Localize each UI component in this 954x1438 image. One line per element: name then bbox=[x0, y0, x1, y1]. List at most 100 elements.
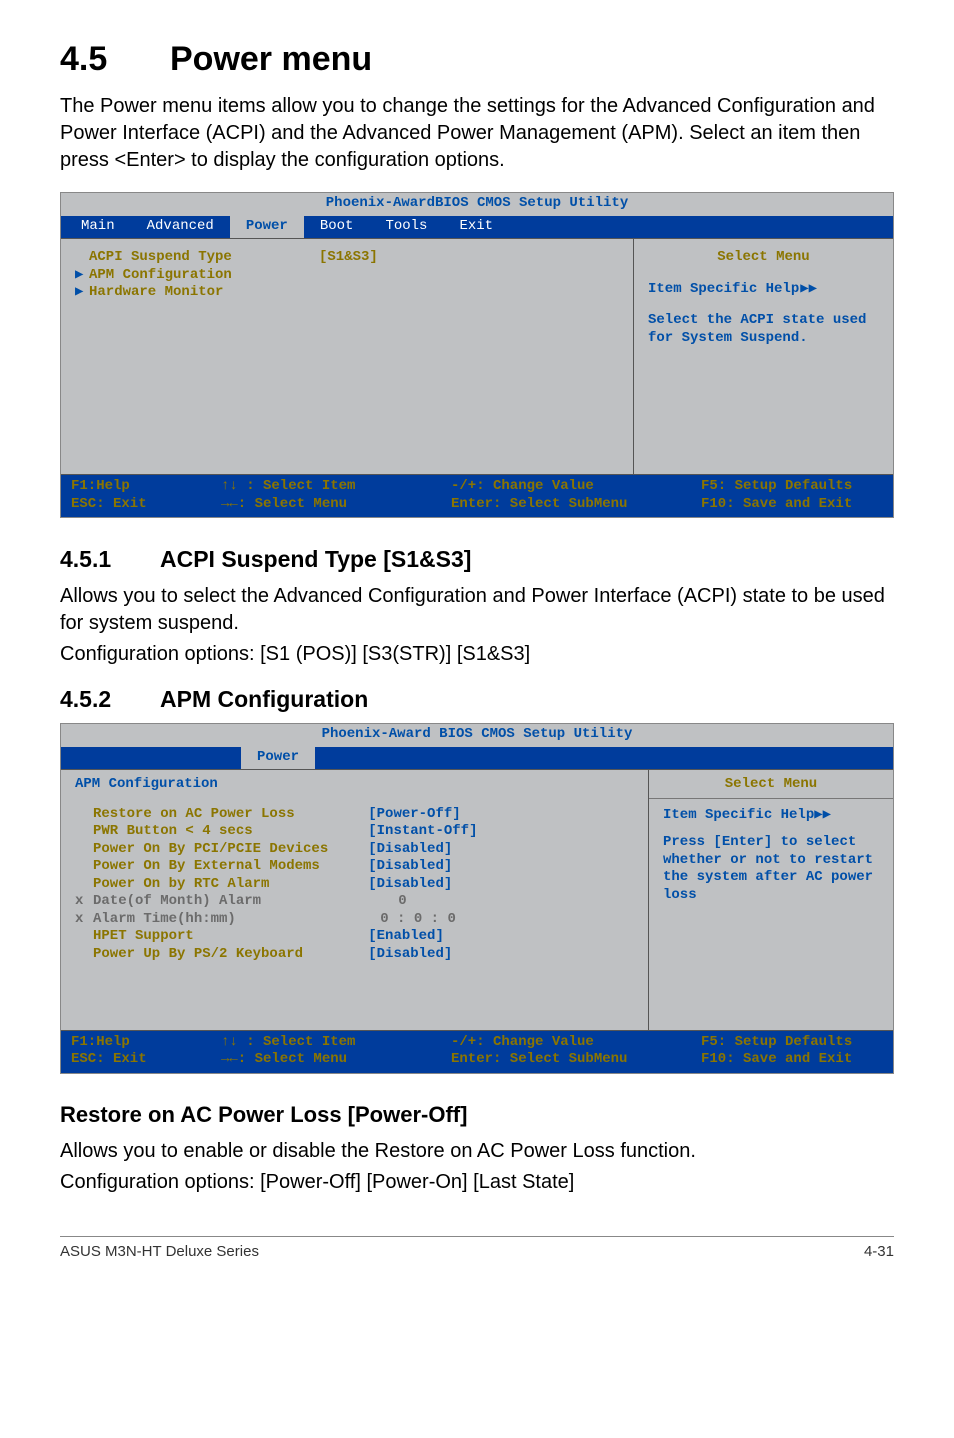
tab-main[interactable]: Main bbox=[65, 216, 131, 239]
bios-title: Phoenix-AwardBIOS CMOS Setup Utility bbox=[61, 193, 893, 216]
subsection-title: ACPI Suspend Type [S1&S3] bbox=[160, 546, 471, 572]
hint-f10: F10: Save and Exit bbox=[701, 496, 883, 514]
arrows-icon: ▶▶ bbox=[800, 281, 817, 299]
bios-screenshot-apm: Phoenix-Award BIOS CMOS Setup Utility Po… bbox=[60, 723, 894, 1074]
subsection-451-options: Configuration options: [S1 (POS)] [S3(ST… bbox=[60, 641, 894, 668]
subsection-451-text: Allows you to select the Advanced Config… bbox=[60, 583, 894, 637]
section-number: 4.5 bbox=[60, 40, 170, 79]
bios-title: Phoenix-Award BIOS CMOS Setup Utility bbox=[61, 724, 893, 747]
item-pwr-button[interactable]: PWR Button < 4 secs bbox=[75, 823, 328, 841]
caret bbox=[75, 249, 89, 267]
hint-enter: Enter: Select SubMenu bbox=[451, 1051, 701, 1069]
item-value: [Disabled] bbox=[368, 876, 634, 894]
footer-product: ASUS M3N-HT Deluxe Series bbox=[60, 1243, 259, 1260]
hint-f5: F5: Setup Defaults bbox=[701, 478, 883, 496]
restore-text: Allows you to enable or disable the Rest… bbox=[60, 1138, 894, 1165]
tab-power[interactable]: Power bbox=[230, 216, 304, 239]
bios-footer: F1:Help ESC: Exit ↑↓ : Select Item →←: S… bbox=[61, 1031, 893, 1073]
bios-tabbar: Power bbox=[61, 747, 893, 770]
tab-exit[interactable]: Exit bbox=[443, 216, 509, 239]
item-value: [S1&S3] bbox=[319, 249, 378, 267]
submenu-caret-icon: ▶ bbox=[75, 267, 89, 285]
item-power-modem[interactable]: Power On By External Modems bbox=[75, 858, 328, 876]
item-label: APM Configuration bbox=[89, 267, 319, 285]
tab-spacer bbox=[315, 747, 893, 770]
item-hpet[interactable]: HPET Support bbox=[75, 928, 328, 946]
item-label: Restore on AC Power Loss bbox=[93, 806, 295, 824]
hint-change-value: -/+: Change Value bbox=[451, 478, 701, 496]
hint-enter: Enter: Select SubMenu bbox=[451, 496, 701, 514]
subsection-number: 4.5.1 bbox=[60, 546, 160, 573]
item-value: [Disabled] bbox=[368, 841, 634, 859]
section-intro: The Power menu items allow you to change… bbox=[60, 93, 894, 174]
restore-heading: Restore on AC Power Loss [Power-Off] bbox=[60, 1102, 894, 1128]
tab-spacer bbox=[61, 747, 241, 770]
item-value: [Power-Off] bbox=[368, 806, 634, 824]
hint-f5: F5: Setup Defaults bbox=[701, 1034, 883, 1052]
restore-options: Configuration options: [Power-Off] [Powe… bbox=[60, 1169, 894, 1196]
arrows-icon: ▶▶ bbox=[814, 807, 831, 823]
hint-f1: F1:Help bbox=[71, 478, 221, 496]
submenu-caret-icon: ▶ bbox=[75, 284, 89, 302]
tab-tools[interactable]: Tools bbox=[369, 216, 443, 239]
bios-help-panel: Select Menu Item Specific Help▶▶ Select … bbox=[633, 239, 893, 474]
hint-select-menu: →←: Select Menu bbox=[221, 496, 451, 514]
hint-f1: F1:Help bbox=[71, 1034, 221, 1052]
subsection-number: 4.5.2 bbox=[60, 686, 160, 713]
apm-items: Restore on AC Power Loss PWR Button < 4 … bbox=[61, 800, 648, 1030]
footer-page-number: 4-31 bbox=[864, 1243, 894, 1260]
item-specific-help: Item Specific Help▶▶ bbox=[648, 281, 879, 299]
item-restore-ac[interactable]: Restore on AC Power Loss bbox=[75, 806, 328, 824]
select-menu-label: Select Menu bbox=[649, 776, 893, 799]
bios-footer: F1:Help ESC: Exit ↑↓ : Select Item →←: S… bbox=[61, 475, 893, 517]
item-ps2-keyboard[interactable]: Power Up By PS/2 Keyboard bbox=[75, 946, 328, 964]
bios-tabbar: Main Advanced Power Boot Tools Exit bbox=[61, 216, 893, 239]
item-hardware-monitor[interactable]: ▶ Hardware Monitor bbox=[75, 284, 619, 302]
item-label: Date(of Month) Alarm bbox=[93, 893, 261, 911]
footer-rule bbox=[60, 1236, 894, 1237]
tab-boot[interactable]: Boot bbox=[304, 216, 370, 239]
hint-esc: ESC: Exit bbox=[71, 496, 221, 514]
help-description: Select the ACPI state used for System Su… bbox=[648, 312, 879, 347]
item-label: Power On by RTC Alarm bbox=[93, 876, 269, 894]
item-apm-config[interactable]: ▶ APM Configuration bbox=[75, 267, 619, 285]
subsection-title: APM Configuration bbox=[160, 686, 368, 712]
hint-select-menu: →←: Select Menu bbox=[221, 1051, 451, 1069]
bios-screenshot-power: Phoenix-AwardBIOS CMOS Setup Utility Mai… bbox=[60, 192, 894, 518]
item-label: Alarm Time(hh:mm) bbox=[93, 911, 236, 929]
section-heading: 4.5Power menu bbox=[60, 40, 894, 79]
page-footer: ASUS M3N-HT Deluxe Series 4-31 bbox=[60, 1243, 894, 1260]
bios-items-panel: ACPI Suspend Type [S1&S3] ▶ APM Configur… bbox=[61, 239, 633, 474]
item-value: 0 bbox=[368, 893, 634, 911]
item-power-rtc[interactable]: Power On by RTC Alarm bbox=[75, 876, 328, 894]
item-label: Power Up By PS/2 Keyboard bbox=[93, 946, 303, 964]
hint-f10: F10: Save and Exit bbox=[701, 1051, 883, 1069]
item-acpi-suspend[interactable]: ACPI Suspend Type [S1&S3] bbox=[75, 249, 619, 267]
hint-change-value: -/+: Change Value bbox=[451, 1034, 701, 1052]
hint-esc: ESC: Exit bbox=[71, 1051, 221, 1069]
subsection-451: 4.5.1ACPI Suspend Type [S1&S3] bbox=[60, 546, 894, 573]
item-value: [Disabled] bbox=[368, 946, 634, 964]
item-value: [Instant-Off] bbox=[368, 823, 634, 841]
select-menu-label: Select Menu bbox=[648, 249, 879, 267]
apm-subtitle: APM Configuration bbox=[61, 770, 648, 800]
item-value: [Enabled] bbox=[368, 928, 634, 946]
item-label: HPET Support bbox=[93, 928, 194, 946]
disabled-x-icon: x bbox=[75, 893, 93, 911]
item-value: [Disabled] bbox=[368, 858, 634, 876]
subsection-452: 4.5.2APM Configuration bbox=[60, 686, 894, 713]
item-date-alarm: xDate(of Month) Alarm bbox=[75, 893, 328, 911]
tab-power[interactable]: Power bbox=[241, 747, 315, 770]
item-label: PWR Button < 4 secs bbox=[93, 823, 253, 841]
section-title: Power menu bbox=[170, 40, 372, 78]
hint-select-item: ↑↓ : Select Item bbox=[221, 478, 451, 496]
tab-advanced[interactable]: Advanced bbox=[131, 216, 230, 239]
item-label: Power On By PCI/PCIE Devices bbox=[93, 841, 328, 859]
item-label: Power On By External Modems bbox=[93, 858, 320, 876]
hint-select-item: ↑↓ : Select Item bbox=[221, 1034, 451, 1052]
item-power-pci[interactable]: Power On By PCI/PCIE Devices bbox=[75, 841, 328, 859]
item-value: 0 : 0 : 0 bbox=[368, 911, 634, 929]
apm-help-panel: Select Menu Item Specific Help▶▶ Press [… bbox=[648, 770, 893, 1030]
item-label: Hardware Monitor bbox=[89, 284, 319, 302]
help-description: Press [Enter] to select whether or not t… bbox=[663, 834, 879, 904]
